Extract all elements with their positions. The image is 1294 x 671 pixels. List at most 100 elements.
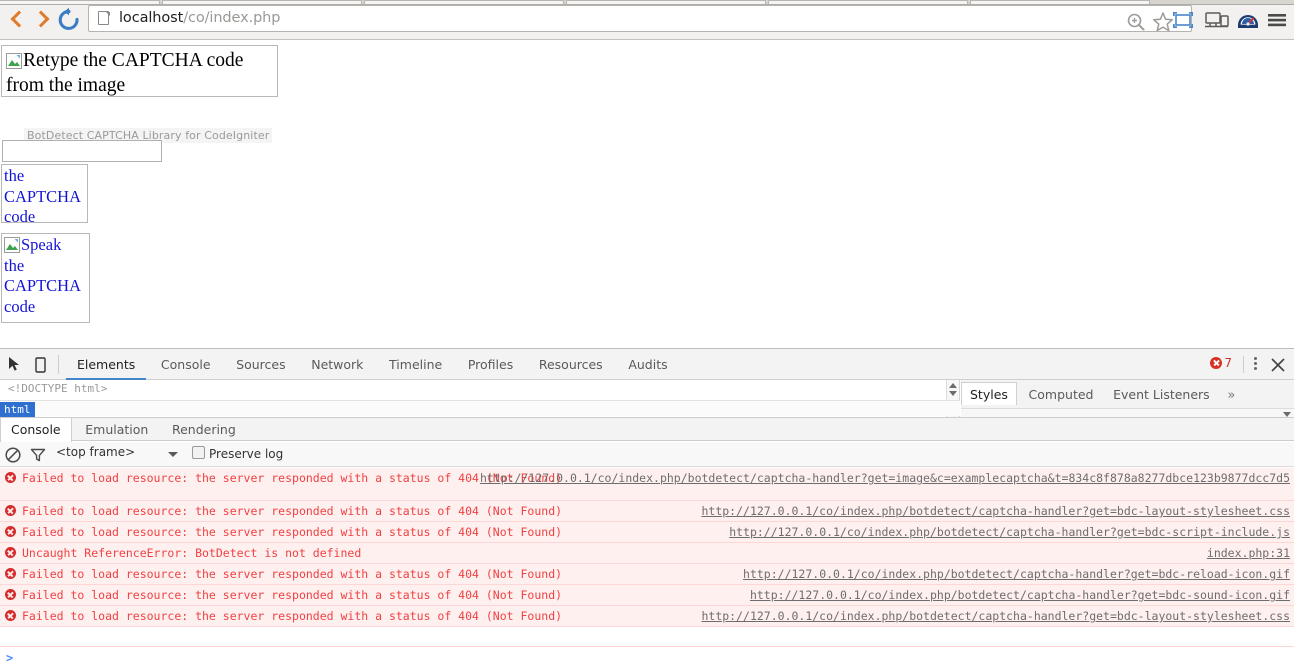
speak-link-word: Speak (21, 235, 62, 254)
screenshot-icon[interactable] (1170, 7, 1196, 33)
chevron-left-icon (10, 10, 28, 28)
browser-toolbar: localhost/co/index.php (0, 0, 1294, 40)
console-message-source[interactable]: http://127.0.0.1/co/index.php/botdetect/… (750, 588, 1290, 602)
reload-button[interactable] (56, 7, 82, 33)
error-icon (5, 505, 16, 516)
devtools-panel: Elements Console Sources Network Timelin… (0, 348, 1294, 671)
preserve-log-label: Preserve log (209, 447, 284, 461)
checkbox-box (192, 446, 205, 459)
speak-captcha-link[interactable]: Speak the CAPTCHA code (1, 233, 90, 323)
reload-link-line: code (4, 207, 36, 223)
breadcrumb-item-html[interactable]: html (0, 402, 35, 417)
console-error-row[interactable]: Failed to load resource: the server resp… (0, 501, 1294, 522)
drawer-tab-emulation[interactable]: Emulation (75, 418, 158, 442)
error-icon (5, 547, 16, 558)
kebab-dot (1253, 367, 1257, 370)
styles-tab-event-listeners[interactable]: Event Listeners (1105, 384, 1218, 406)
console-error-row[interactable]: Failed to load resource: the server resp… (0, 564, 1294, 585)
console-message-text: Uncaught ReferenceError: BotDetect is no… (22, 546, 362, 560)
styles-tab-styles[interactable]: Styles (961, 382, 1017, 405)
console-error-row[interactable]: Failed to load resource: the server resp… (0, 606, 1294, 627)
console-error-row[interactable]: Uncaught ReferenceError: BotDetect is no… (0, 543, 1294, 564)
drawer-tab-rendering[interactable]: Rendering (162, 418, 246, 442)
console-message-text: Failed to load resource: the server resp… (22, 567, 563, 581)
tab-audits[interactable]: Audits (617, 349, 678, 380)
console-message-text: Failed to load resource: the server resp… (22, 525, 563, 539)
console-error-row[interactable]: Failed to load resource: the server resp… (0, 585, 1294, 606)
console-message-source[interactable]: http://127.0.0.1/co/index.php/botdetect/… (743, 567, 1290, 581)
console-message-source[interactable]: http://127.0.0.1/co/index.php/botdetect/… (701, 504, 1290, 518)
kebab-dot (1253, 362, 1257, 365)
broken-image-icon (4, 237, 20, 253)
toolbar-divider (58, 355, 59, 374)
error-icon (1210, 357, 1223, 369)
clear-console-icon[interactable] (4, 446, 22, 464)
preserve-log-checkbox[interactable]: Preserve log (192, 446, 283, 461)
reload-icon (58, 7, 79, 30)
error-icon (5, 526, 16, 537)
tab-timeline[interactable]: Timeline (378, 349, 453, 380)
tab-sources[interactable]: Sources (225, 349, 296, 380)
frame-selector[interactable]: <top frame> (56, 445, 186, 464)
console-prompt-row[interactable]: > (0, 646, 1294, 671)
hamburger-menu-button[interactable] (1266, 7, 1288, 33)
chevron-down-icon[interactable] (168, 452, 178, 457)
console-message-source[interactable]: index.php:31 (1207, 546, 1290, 560)
tab-profiles[interactable]: Profiles (457, 349, 524, 380)
close-icon (1271, 358, 1285, 372)
address-bar[interactable]: localhost/co/index.php (88, 5, 1192, 32)
scroll-down-icon (949, 391, 957, 396)
styles-more-tabs-button[interactable]: » (1221, 388, 1241, 403)
console-message-source[interactable]: http://127.0.0.1/co/index.php/botdetect/… (701, 609, 1290, 623)
speak-link-line: the (4, 255, 25, 275)
reload-captcha-link[interactable]: the CAPTCHA code (1, 164, 88, 223)
devtools-tab-bar: Elements Console Sources Network Timelin… (66, 349, 679, 380)
error-icon (5, 472, 16, 483)
console-message-source[interactable]: http://127.0.0.1/co/index.php/botdetect/… (729, 525, 1290, 539)
styles-tab-computed[interactable]: Computed (1021, 384, 1102, 406)
tab-console[interactable]: Console (150, 349, 222, 380)
captcha-code-input[interactable] (2, 140, 162, 162)
zoom-icon[interactable] (1125, 11, 1147, 33)
console-message-list[interactable]: Failed to load resource: the server resp… (0, 468, 1294, 646)
filter-icon[interactable] (29, 446, 47, 464)
error-count-badge[interactable]: 7 (1210, 356, 1232, 372)
kebab-dot (1253, 357, 1257, 360)
drawer-tab-console[interactable]: Console (0, 418, 72, 443)
forward-button[interactable] (30, 6, 56, 34)
url-host: localhost (119, 10, 184, 26)
url-path: /co/index.php (183, 10, 281, 26)
captcha-image-broken: Retype the CAPTCHA code from the image (1, 45, 278, 97)
console-prompt-caret: > (6, 651, 14, 665)
speedometer-icon[interactable] (1235, 7, 1261, 33)
devtools-close-button[interactable] (1268, 355, 1288, 375)
console-message-text: Failed to load resource: the server resp… (22, 504, 563, 518)
console-toolbar: <top frame> Preserve log (0, 442, 1294, 467)
broken-image-icon (6, 53, 22, 69)
captcha-image-alt-text: Retype the CAPTCHA code from the image (6, 50, 244, 96)
speak-link-line: code (4, 296, 36, 316)
devtools-toolbar: Elements Console Sources Network Timelin… (0, 349, 1294, 380)
console-error-row[interactable]: Failed to load resource: the server resp… (0, 522, 1294, 543)
back-button[interactable] (4, 6, 30, 34)
drawer-tab-bar: Console Emulation Rendering (0, 417, 1294, 443)
tab-elements[interactable]: Elements (66, 349, 147, 380)
error-icon (5, 568, 16, 579)
console-error-row[interactable]: Failed to load resource: the server resp… (0, 468, 1294, 501)
scroll-up-icon (949, 383, 957, 388)
responsive-devices-icon[interactable] (1204, 7, 1230, 33)
breadcrumb: html (0, 400, 960, 417)
inspect-element-icon[interactable] (6, 355, 26, 375)
doctype-node: <!DOCTYPE html> (8, 382, 108, 395)
styles-sidebar: Styles Computed Event Listeners » (961, 380, 1294, 420)
devtools-more-menu-button[interactable] (1246, 355, 1264, 374)
console-input[interactable] (20, 651, 1270, 667)
console-message-source[interactable]: http://127.0.0.1/co/index.php/botdetect/… (480, 471, 1290, 485)
error-icon (5, 610, 16, 621)
device-mode-icon[interactable] (30, 355, 50, 375)
tab-network[interactable]: Network (300, 349, 374, 380)
reload-link-line: the (4, 166, 25, 185)
chevron-right-icon (32, 10, 50, 28)
tab-resources[interactable]: Resources (528, 349, 614, 380)
page-viewport: Retype the CAPTCHA code from the image B… (0, 40, 1294, 348)
